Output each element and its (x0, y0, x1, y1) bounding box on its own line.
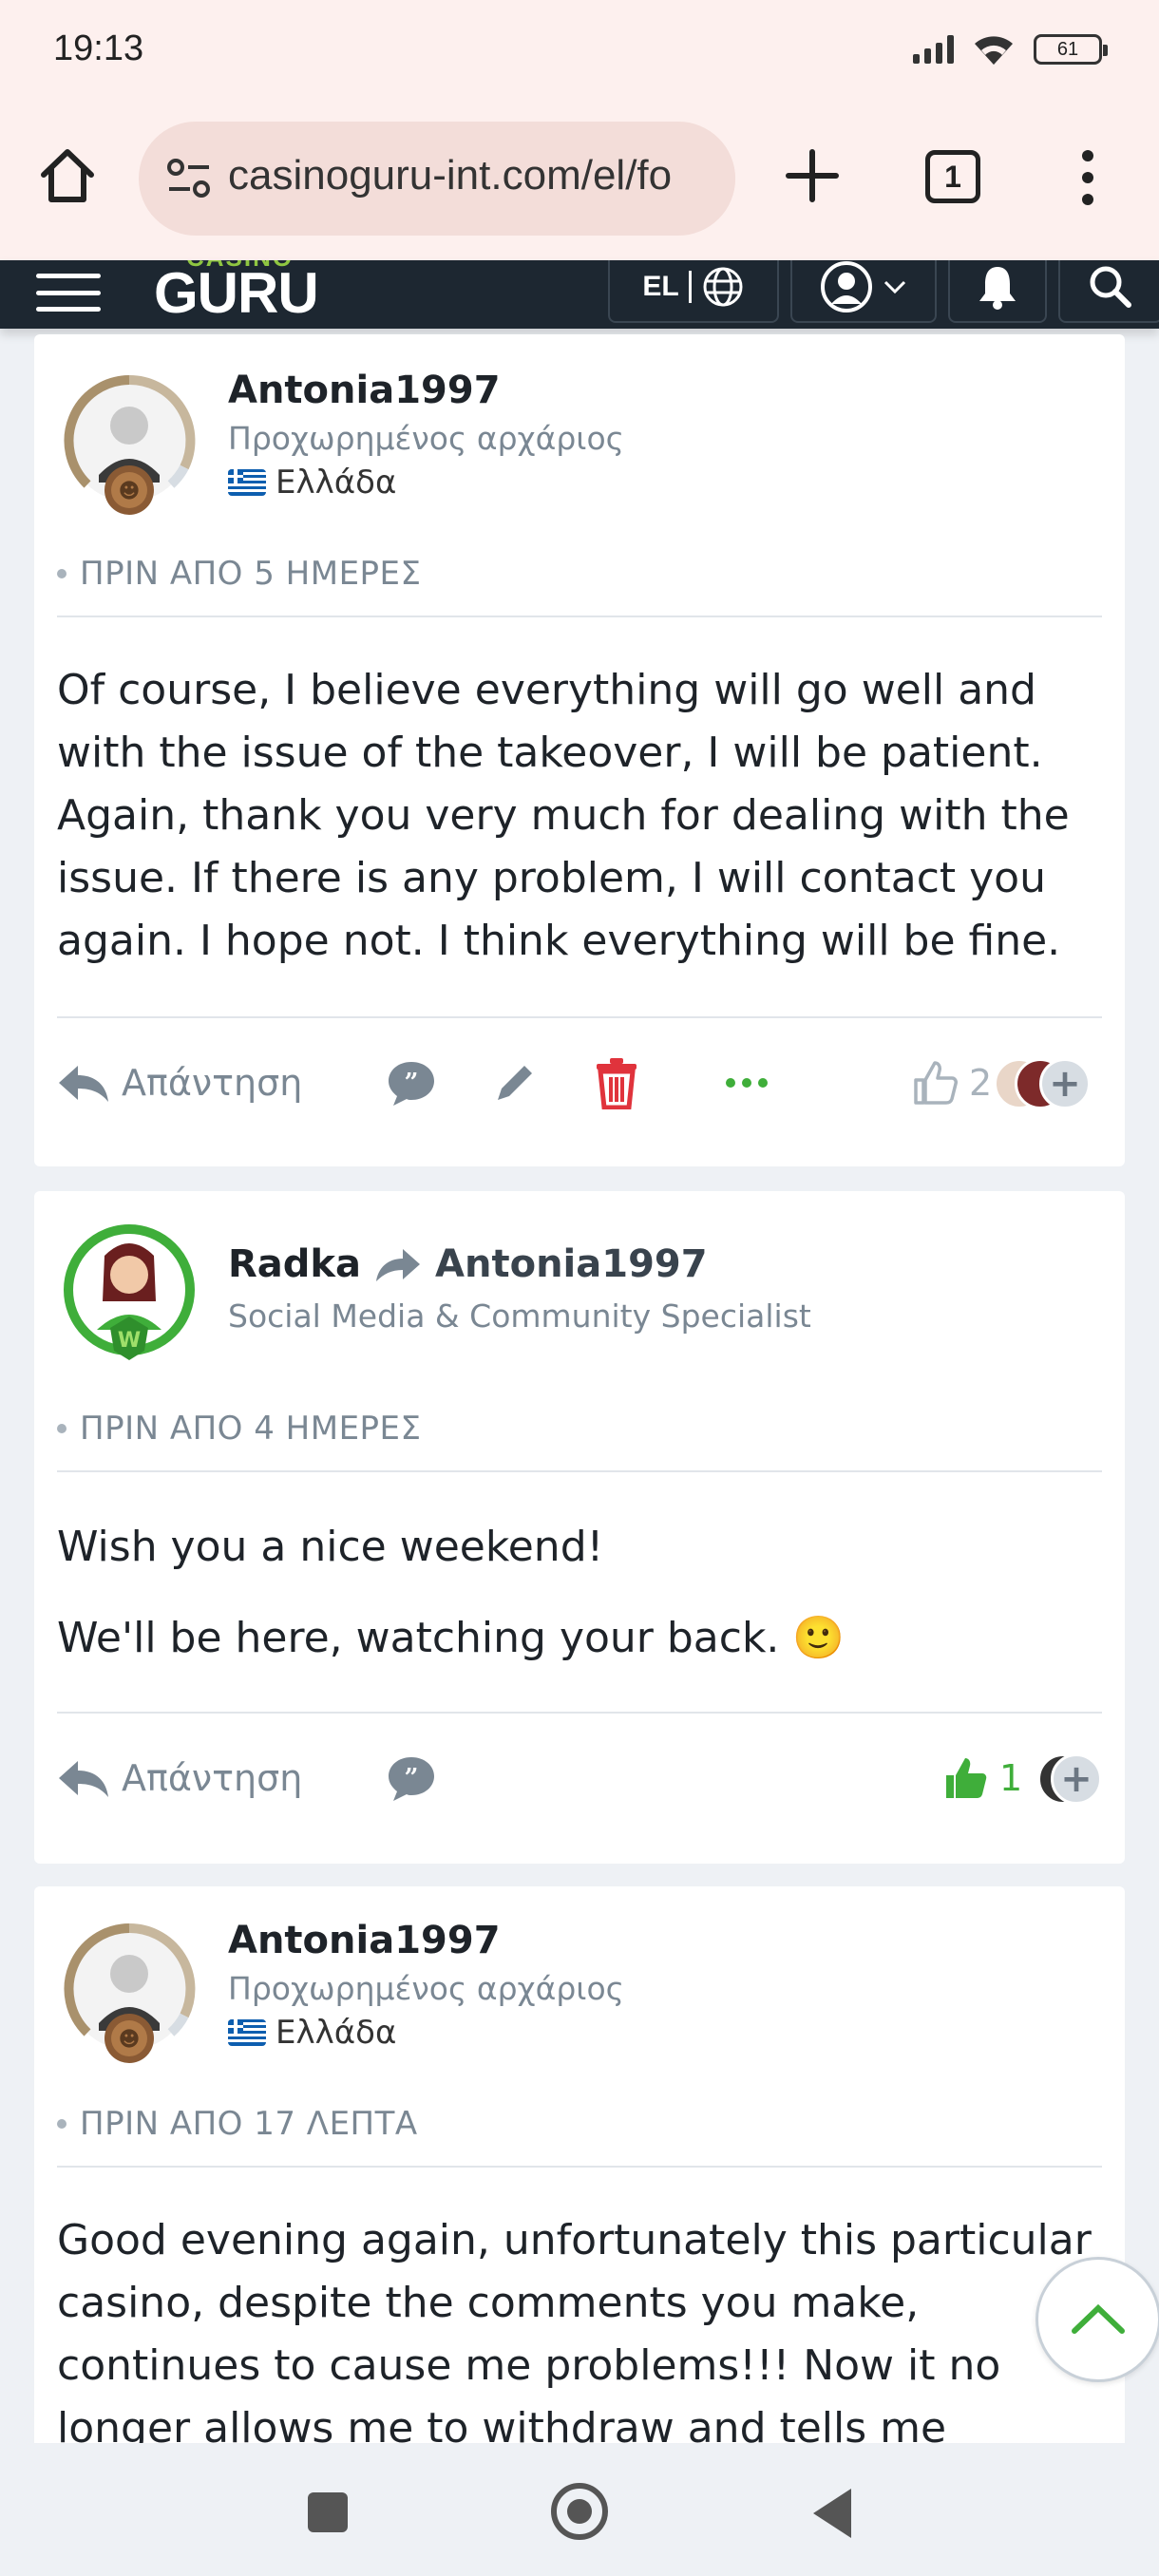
search-button[interactable] (1058, 260, 1159, 323)
greece-flag-icon (228, 2019, 266, 2046)
url-text: casinoguru-int.com/el/fo (228, 152, 673, 199)
tab-switcher-button[interactable]: 1 (925, 150, 980, 203)
pencil-icon (498, 1066, 532, 1100)
user-country: Ελλάδα (228, 2014, 396, 2052)
globe-icon (703, 267, 743, 307)
overflow-menu-icon[interactable] (1074, 146, 1102, 209)
post-body: Of course, I believe everything will go … (57, 666, 1070, 965)
browser-toolbar: casinoguru-int.com/el/fo 1 (0, 106, 1159, 260)
forum-post: ☻ Antonia1997 Προχωρημένος αρχάριος Ελλά… (34, 1886, 1125, 2456)
site-header: CASINO GURU EL (0, 260, 1159, 329)
forum-post: W Radka Antonia1997 Social Media & Commu… (34, 1191, 1125, 1864)
like-button[interactable]: 2 (912, 1045, 992, 1121)
svg-text:W: W (118, 1329, 141, 1353)
add-reaction-icon[interactable]: + (1051, 1753, 1102, 1805)
quote-bubble-icon: ” (389, 1062, 434, 1106)
liked-by-avatars[interactable]: + (994, 1058, 1100, 1109)
hamburger-menu-icon[interactable] (36, 274, 101, 312)
wifi-icon (975, 36, 1013, 65)
signal-icon (913, 35, 954, 64)
battery-icon: 61 (1034, 34, 1108, 65)
quote-button[interactable]: ” (386, 1045, 437, 1121)
reply-button[interactable]: Απάντηση (57, 1045, 302, 1121)
reply-icon (59, 1761, 108, 1797)
liked-by-avatars[interactable]: + (1037, 1753, 1102, 1805)
post-author[interactable]: Radka Antonia1997 (228, 1242, 708, 1286)
system-nav-bar (0, 2443, 1159, 2576)
search-icon (1090, 266, 1131, 308)
home-icon[interactable] (36, 144, 99, 207)
svg-text:☻: ☻ (119, 480, 141, 503)
user-country: Ελλάδα (228, 464, 396, 502)
user-avatar[interactable]: ☻ (63, 369, 196, 521)
post-author[interactable]: Antonia1997 (228, 1919, 501, 1962)
post-timestamp: ΠΡΙΝ ΑΠΟ 17 ΛΕΠΤΑ (57, 2105, 418, 2143)
post-body: Good evening again, unfortunately this p… (57, 2216, 1092, 2453)
thumbs-up-icon (914, 1061, 958, 1105)
add-reaction-icon[interactable]: + (1039, 1058, 1091, 1109)
new-tab-icon[interactable] (781, 144, 844, 207)
reply-icon (59, 1066, 108, 1102)
quote-bubble-icon: ” (389, 1757, 434, 1801)
status-bar: 19:13 61 (0, 0, 1159, 106)
like-count: 2 (969, 1062, 993, 1104)
post-body: Wish you a nice weekend! We'll be here, … (57, 1523, 846, 1662)
post-author[interactable]: Antonia1997 (228, 369, 501, 412)
like-button[interactable]: 1 (942, 1740, 1022, 1816)
post-actions: Απάντηση ” 1 + (57, 1740, 1102, 1816)
edit-button[interactable] (490, 1045, 540, 1121)
reply-to-arrow-icon (376, 1249, 421, 1281)
user-avatar[interactable]: ☻ (63, 1917, 196, 2069)
user-rank: Προχωρημένος αρχάριος (228, 1970, 625, 2007)
chevron-down-icon (884, 280, 906, 294)
site-settings-icon[interactable] (167, 158, 211, 199)
recent-apps-button[interactable] (308, 2492, 348, 2532)
like-count: 1 (999, 1757, 1023, 1799)
ellipsis-icon (726, 1078, 768, 1088)
more-options-button[interactable] (724, 1045, 770, 1121)
home-nav-button[interactable] (551, 2483, 608, 2540)
address-bar[interactable]: casinoguru-int.com/el/fo (139, 122, 735, 236)
reply-button[interactable]: Απάντηση (57, 1740, 302, 1816)
user-avatar[interactable]: W (63, 1218, 196, 1370)
svg-text:”: ” (405, 1069, 419, 1097)
trash-icon (597, 1058, 636, 1109)
user-avatar-icon (821, 261, 872, 313)
chevron-up-icon (1072, 2303, 1125, 2334)
reply-to-user[interactable]: Antonia1997 (435, 1242, 708, 1286)
back-button[interactable] (813, 2489, 851, 2538)
svg-text:”: ” (405, 1764, 419, 1792)
forum-post: ☻ Antonia1997 Προχωρημένος αρχάριος Ελλά… (34, 334, 1125, 1166)
status-time: 19:13 (53, 28, 144, 68)
delete-button[interactable] (593, 1045, 640, 1121)
scroll-to-top-button[interactable] (1036, 2257, 1159, 2382)
greece-flag-icon (228, 469, 266, 496)
post-actions: Απάντηση ” 2 + (57, 1045, 1102, 1121)
status-icons: 61 (913, 32, 1108, 66)
post-timestamp: ΠΡΙΝ ΑΠΟ 4 ΗΜΕΡΕΣ (57, 1410, 422, 1448)
language-selector[interactable]: EL (608, 260, 779, 323)
quote-button[interactable]: ” (386, 1740, 437, 1816)
notifications-button[interactable] (948, 260, 1047, 323)
user-menu-button[interactable] (790, 260, 937, 323)
user-rank: Προχωρημένος αρχάριος (228, 420, 625, 457)
user-rank: Social Media & Community Specialist (228, 1297, 811, 1335)
post-timestamp: ΠΡΙΝ ΑΠΟ 5 ΗΜΕΡΕΣ (57, 555, 422, 593)
bell-icon (979, 267, 1016, 310)
thumbs-up-icon (946, 1758, 987, 1798)
svg-text:☻: ☻ (119, 2028, 141, 2052)
